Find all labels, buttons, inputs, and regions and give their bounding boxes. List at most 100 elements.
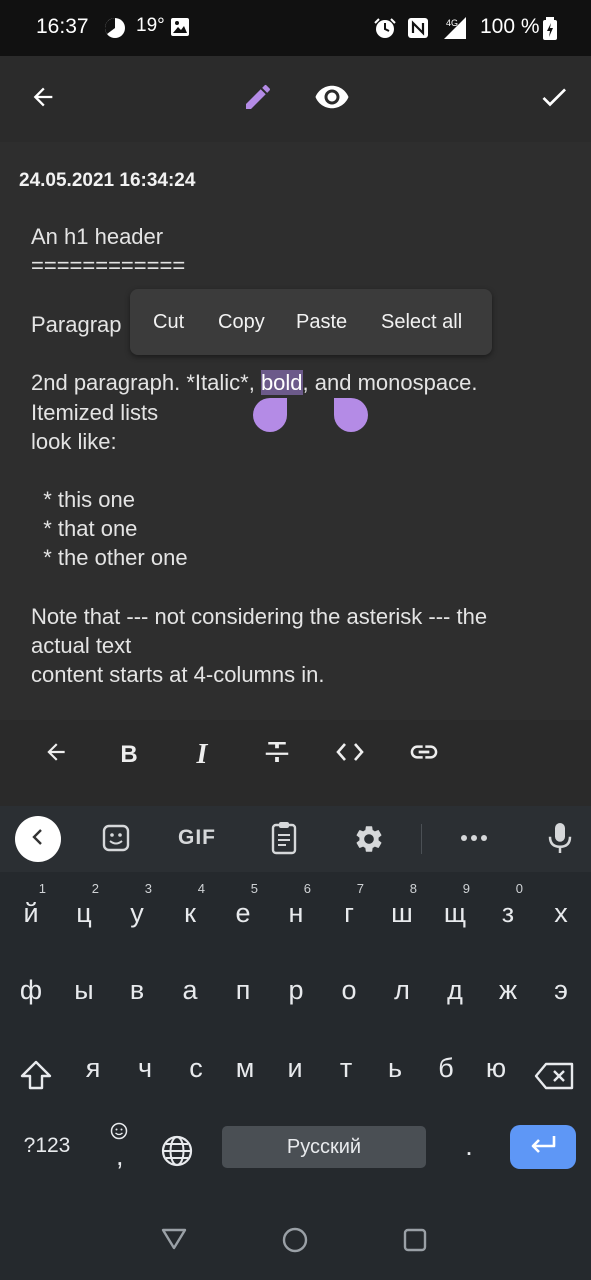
editor-line[interactable]: ============	[31, 253, 185, 279]
shift-key[interactable]	[10, 1038, 62, 1098]
editor-line[interactable]: actual text	[31, 633, 131, 659]
editor-line[interactable]: Paragrap	[31, 312, 122, 338]
strikethrough-icon	[262, 737, 292, 774]
key[interactable]: щ9	[430, 881, 480, 943]
select-all-menu-item[interactable]: Select all	[381, 311, 462, 334]
key[interactable]: э	[536, 960, 586, 1020]
editor-line[interactable]: * the other one	[31, 545, 187, 571]
space-key[interactable]: Русский	[222, 1126, 426, 1168]
cut-menu-item[interactable]: Cut	[153, 311, 184, 334]
key[interactable]: п	[218, 960, 268, 1020]
settings-icon	[353, 826, 385, 859]
editor-line[interactable]: content starts at 4-columns in.	[31, 662, 324, 688]
backspace-icon	[534, 1052, 576, 1112]
editor-line[interactable]: * that one	[31, 516, 137, 542]
key[interactable]: м	[220, 1038, 270, 1098]
strikethrough-button[interactable]	[253, 720, 301, 790]
key-hint: 7	[356, 881, 364, 896]
key-hint: 8	[409, 881, 417, 896]
key[interactable]: н6	[271, 881, 321, 943]
text-context-menu: Cut Copy Paste Select all	[130, 289, 492, 355]
shift-icon	[19, 1052, 53, 1112]
key[interactable]: ш8	[377, 881, 427, 943]
keyboard-settings-button[interactable]	[353, 823, 385, 860]
key[interactable]: ю	[471, 1038, 521, 1098]
collapse-keyboard-button[interactable]	[15, 816, 61, 862]
undo-button[interactable]	[32, 720, 80, 790]
editor-text: , and monospace.	[302, 370, 478, 395]
key[interactable]: л	[377, 960, 427, 1020]
key[interactable]: ж	[483, 960, 533, 1020]
key[interactable]: с	[171, 1038, 221, 1098]
save-check-button[interactable]	[524, 56, 584, 142]
key[interactable]: г7	[324, 881, 374, 943]
selection-handle-end[interactable]	[334, 398, 368, 432]
key-label: ш	[391, 898, 413, 928]
back-triangle-icon	[160, 1228, 188, 1256]
nav-recents-button[interactable]	[402, 1227, 428, 1258]
clipboard-button[interactable]	[268, 820, 300, 861]
selected-text[interactable]: bold	[260, 370, 303, 395]
selection-handle-start[interactable]	[253, 398, 287, 432]
key[interactable]: ц2	[59, 881, 109, 943]
key[interactable]: т	[321, 1038, 371, 1098]
editor-text: 2nd paragraph. *Italic*,	[31, 370, 261, 395]
code-icon	[334, 739, 366, 772]
key[interactable]: х	[536, 883, 586, 943]
clipboard-icon	[268, 822, 300, 860]
key[interactable]: и	[270, 1038, 320, 1098]
key[interactable]: к4	[165, 881, 215, 943]
key[interactable]: б	[421, 1038, 471, 1098]
key[interactable]: в	[112, 960, 162, 1020]
back-button[interactable]	[13, 56, 73, 142]
status-temperature: 19°	[136, 15, 165, 36]
paste-menu-item[interactable]: Paste	[296, 311, 347, 334]
language-key[interactable]	[152, 1116, 202, 1176]
preview-button[interactable]	[302, 56, 362, 142]
italic-button[interactable]: I	[178, 720, 226, 790]
nav-back-button[interactable]	[160, 1226, 188, 1257]
mic-icon	[545, 823, 575, 860]
app-bar	[0, 56, 591, 142]
italic-icon: I	[196, 739, 208, 770]
voice-input-button[interactable]	[545, 820, 575, 861]
more-button[interactable]	[456, 826, 492, 855]
editor-line[interactable]: look like:	[31, 429, 117, 455]
key[interactable]: й1	[6, 881, 56, 943]
key-hint: 9	[462, 881, 470, 896]
key[interactable]: р	[271, 960, 321, 1020]
nav-home-button[interactable]	[281, 1226, 309, 1259]
key[interactable]: з0	[483, 881, 533, 943]
bold-button[interactable]: B	[105, 720, 153, 790]
key[interactable]: о	[324, 960, 374, 1020]
editor-line-selection[interactable]: 2nd paragraph. *Italic*, bold, and monos…	[31, 370, 477, 396]
key[interactable]: д	[430, 960, 480, 1020]
key[interactable]: я	[68, 1038, 118, 1098]
gif-button[interactable]: GIF	[178, 826, 216, 850]
editor-line[interactable]: Itemized lists	[31, 400, 158, 426]
backspace-key[interactable]	[529, 1038, 581, 1098]
enter-key[interactable]	[510, 1125, 576, 1169]
key[interactable]: е5	[218, 881, 268, 943]
edit-mode-button[interactable]	[228, 56, 288, 142]
key[interactable]: ф	[6, 960, 56, 1020]
key[interactable]: ч	[120, 1038, 170, 1098]
link-button[interactable]	[400, 720, 448, 790]
symbols-key[interactable]: ?123	[14, 1116, 80, 1176]
comma-emoji-key[interactable]: ,	[96, 1116, 146, 1176]
editor-line[interactable]: An h1 header	[31, 224, 163, 250]
key[interactable]: ь	[370, 1038, 420, 1098]
editor-line[interactable]: Note that --- not considering the asteri…	[31, 604, 487, 630]
key-label: ц	[76, 898, 92, 928]
copy-menu-item[interactable]: Copy	[218, 311, 265, 334]
key[interactable]: ы	[59, 960, 109, 1020]
key[interactable]: у3	[112, 881, 162, 943]
sticker-button[interactable]	[100, 822, 132, 859]
code-button[interactable]	[326, 720, 374, 790]
pencil-icon	[242, 81, 274, 118]
key-label: й	[23, 898, 39, 928]
key-label: н	[288, 898, 304, 928]
key[interactable]: а	[165, 960, 215, 1020]
period-key[interactable]: .	[444, 1116, 494, 1176]
editor-line[interactable]: * this one	[31, 487, 135, 513]
